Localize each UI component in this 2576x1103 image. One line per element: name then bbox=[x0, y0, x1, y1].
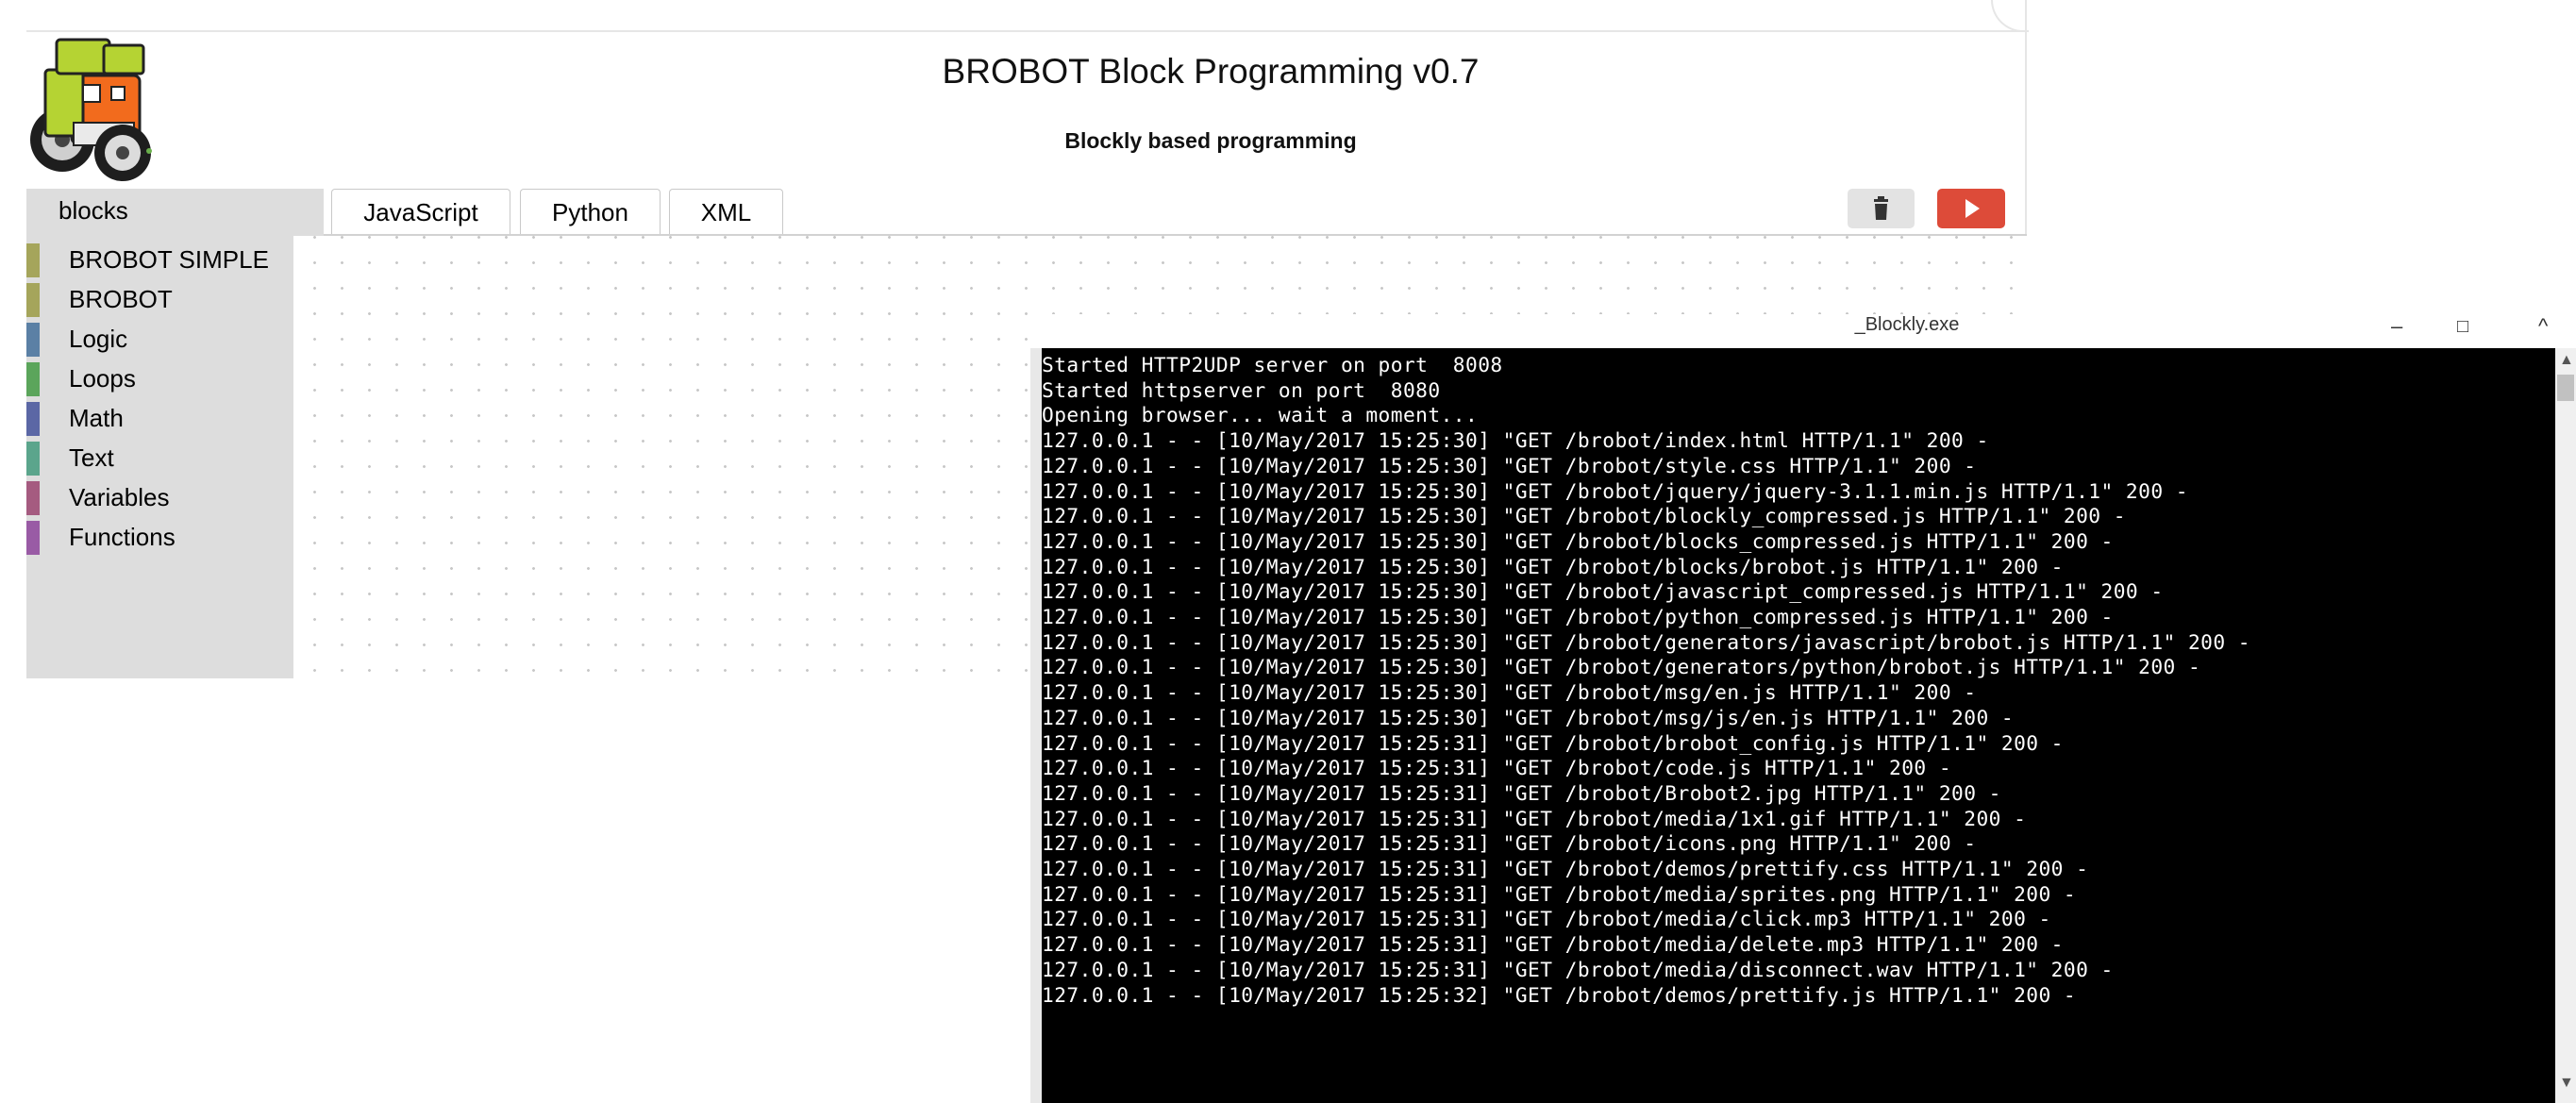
category-label: Functions bbox=[69, 523, 176, 551]
toolbox-category-brobot-simple[interactable]: BROBOT SIMPLE bbox=[26, 240, 293, 277]
category-color bbox=[26, 362, 40, 396]
console-line: 127.0.0.1 - - [10/May/2017 15:25:30] "GE… bbox=[1042, 605, 2114, 629]
tab-python[interactable]: Python bbox=[520, 189, 661, 234]
play-icon bbox=[1965, 199, 1980, 218]
category-label: Variables bbox=[69, 483, 170, 511]
category-label: Math bbox=[69, 404, 124, 432]
console-line: 127.0.0.1 - - [10/May/2017 15:25:31] "GE… bbox=[1042, 730, 2064, 755]
window-corner bbox=[1991, 0, 2029, 32]
console-line: Started HTTP2UDP server on port 8008 bbox=[1042, 353, 1503, 376]
console-line: 127.0.0.1 - - [10/May/2017 15:25:30] "GE… bbox=[1042, 579, 2164, 604]
category-label: Logic bbox=[69, 325, 128, 353]
toolbox-category-variables[interactable]: Variables bbox=[26, 477, 293, 515]
console-line: 127.0.0.1 - - [10/May/2017 15:25:31] "GE… bbox=[1042, 857, 2089, 881]
category-label: Text bbox=[69, 443, 114, 472]
console-scrollbar[interactable]: ▲ ▼ bbox=[2555, 348, 2576, 1103]
console-line: 127.0.0.1 - - [10/May/2017 15:25:30] "GE… bbox=[1042, 680, 1977, 705]
console-line: 127.0.0.1 - - [10/May/2017 15:25:30] "GE… bbox=[1042, 453, 1977, 477]
toolbox-category-functions[interactable]: Functions bbox=[26, 517, 293, 555]
console-line: 127.0.0.1 - - [10/May/2017 15:25:31] "GE… bbox=[1042, 907, 2051, 931]
toolbox-category-loops[interactable]: Loops bbox=[26, 359, 293, 396]
window-edge bbox=[26, 30, 2027, 32]
scroll-thumb[interactable] bbox=[2557, 375, 2574, 401]
console-line: 127.0.0.1 - - [10/May/2017 15:25:32] "GE… bbox=[1042, 982, 2077, 1007]
console-line: 127.0.0.1 - - [10/May/2017 15:25:31] "GE… bbox=[1042, 957, 2114, 981]
console-line: 127.0.0.1 - - [10/May/2017 15:25:30] "GE… bbox=[1042, 554, 2064, 578]
console-output[interactable]: Started HTTP2UDP server on port 8008 Star… bbox=[1042, 348, 2576, 1103]
toolbox-category-logic[interactable]: Logic bbox=[26, 319, 293, 357]
scroll-down-icon[interactable]: ▼ bbox=[2559, 1075, 2574, 1092]
console-line: Opening browser... wait a moment... bbox=[1042, 403, 1479, 427]
toolbox-category-brobot[interactable]: BROBOT bbox=[26, 279, 293, 317]
category-color bbox=[26, 442, 40, 476]
tab-blocks[interactable]: blocks bbox=[26, 189, 324, 236]
tab-javascript[interactable]: JavaScript bbox=[331, 189, 510, 234]
category-color bbox=[26, 521, 40, 555]
category-label: BROBOT bbox=[69, 285, 173, 313]
category-label: Loops bbox=[69, 364, 136, 393]
toolbox-category-math[interactable]: Math bbox=[26, 398, 293, 436]
page-title: BROBOT Block Programming v0.7 bbox=[942, 52, 1480, 91]
console-line: 127.0.0.1 - - [10/May/2017 15:25:31] "GE… bbox=[1042, 756, 1952, 780]
console-line: 127.0.0.1 - - [10/May/2017 15:25:30] "GE… bbox=[1042, 705, 2015, 729]
console-line: 127.0.0.1 - - [10/May/2017 15:25:31] "GE… bbox=[1042, 932, 2064, 957]
console-line: 127.0.0.1 - - [10/May/2017 15:25:30] "GE… bbox=[1042, 478, 2188, 503]
console-border bbox=[1030, 348, 1042, 1103]
console-line: 127.0.0.1 - - [10/May/2017 15:25:30] "GE… bbox=[1042, 655, 2201, 679]
category-color bbox=[26, 283, 40, 317]
console-line: 127.0.0.1 - - [10/May/2017 15:25:30] "GE… bbox=[1042, 428, 1989, 453]
category-color bbox=[26, 402, 40, 436]
console-line: 127.0.0.1 - - [10/May/2017 15:25:31] "GE… bbox=[1042, 831, 1977, 856]
console-line: 127.0.0.1 - - [10/May/2017 15:25:31] "GE… bbox=[1042, 780, 2001, 805]
console-line: 127.0.0.1 - - [10/May/2017 15:25:30] "GE… bbox=[1042, 629, 2250, 654]
category-color bbox=[26, 243, 40, 277]
tab-xml[interactable]: XML bbox=[669, 189, 783, 234]
console-line: 127.0.0.1 - - [10/May/2017 15:25:30] "GE… bbox=[1042, 528, 2114, 553]
console-title: _Blockly.exe bbox=[1854, 314, 1960, 335]
maximize-button[interactable]: □ bbox=[2457, 316, 2468, 338]
scroll-up-icon[interactable]: ▲ bbox=[2559, 352, 2574, 369]
trash-icon bbox=[1874, 196, 1888, 220]
category-color bbox=[26, 481, 40, 515]
category-color bbox=[26, 323, 40, 357]
category-label: BROBOT SIMPLE bbox=[69, 245, 269, 274]
console-window: _Blockly.exe – □ ^ Started HTTP2UDP serv… bbox=[1030, 314, 2576, 1103]
close-button[interactable]: ^ bbox=[2538, 314, 2548, 339]
console-line: 127.0.0.1 - - [10/May/2017 15:25:30] "GE… bbox=[1042, 504, 2126, 528]
trash-button[interactable] bbox=[1848, 189, 1915, 228]
console-text: Started HTTP2UDP server on port 8008 Star… bbox=[1042, 348, 2576, 1008]
toolbox: BROBOT SIMPLE BROBOT Logic Loops Math Te… bbox=[26, 236, 293, 678]
console-line: 127.0.0.1 - - [10/May/2017 15:25:31] "GE… bbox=[1042, 881, 2077, 906]
console-line: 127.0.0.1 - - [10/May/2017 15:25:31] "GE… bbox=[1042, 806, 2027, 830]
toolbox-category-text[interactable]: Text bbox=[26, 438, 293, 476]
run-button[interactable] bbox=[1937, 189, 2005, 228]
console-titlebar[interactable]: _Blockly.exe – □ ^ bbox=[1030, 314, 2576, 348]
minimize-button[interactable]: – bbox=[2391, 314, 2402, 339]
console-line: Started httpserver on port 8080 bbox=[1042, 377, 1441, 402]
page-subtitle: Blockly based programming bbox=[1064, 128, 1357, 153]
